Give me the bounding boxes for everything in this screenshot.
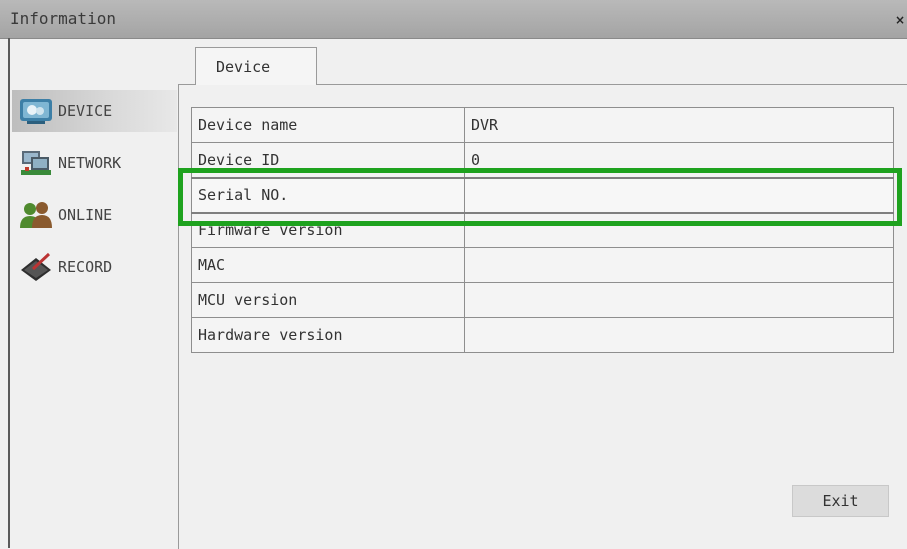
table-row: Firmware version <box>191 212 894 248</box>
row-value: 0 <box>464 142 894 178</box>
sidebar-item-online[interactable]: ONLINE <box>12 194 177 236</box>
record-icon <box>18 252 54 282</box>
table-row: Device ID 0 <box>191 142 894 178</box>
sidebar-item-label: DEVICE <box>58 102 113 120</box>
table-row: MCU version <box>191 282 894 318</box>
table-row: Hardware version <box>191 317 894 353</box>
row-label: MAC <box>191 247 465 283</box>
users-icon <box>18 200 54 230</box>
row-value <box>464 317 894 353</box>
row-label: Device ID <box>191 142 465 178</box>
tab-device[interactable]: Device <box>195 47 317 85</box>
sidebar-item-network[interactable]: NETWORK <box>12 142 177 184</box>
sidebar-item-label: ONLINE <box>58 206 113 224</box>
window-title: Information <box>10 9 116 28</box>
close-button[interactable]: × <box>893 13 907 27</box>
row-value: DVR <box>464 107 894 143</box>
row-value <box>464 247 894 283</box>
row-label: Serial NO. <box>191 176 465 214</box>
row-label: MCU version <box>191 282 465 318</box>
table-row: Device name DVR <box>191 107 894 143</box>
row-label: Firmware version <box>191 212 465 248</box>
row-value <box>464 212 894 248</box>
row-label: Hardware version <box>191 317 465 353</box>
row-value <box>464 282 894 318</box>
device-icon <box>18 96 54 126</box>
sidebar-item-record[interactable]: RECORD <box>12 246 177 288</box>
row-label: Device name <box>191 107 465 143</box>
sidebar-item-label: NETWORK <box>58 154 122 172</box>
window-edge <box>8 38 10 548</box>
sidebar-item-label: RECORD <box>58 258 113 276</box>
table-row: MAC <box>191 247 894 283</box>
device-info-table: Device name DVR Device ID 0 Serial NO. F… <box>191 107 894 353</box>
sidebar-item-device[interactable]: DEVICE <box>12 90 177 132</box>
row-value <box>464 176 894 214</box>
network-icon <box>18 148 54 178</box>
title-bar: Information × <box>0 0 907 39</box>
exit-button[interactable]: Exit <box>792 485 889 517</box>
table-row: Serial NO. <box>191 176 894 214</box>
sidebar: DEVICE NETWORK ONLINE RECORD <box>12 90 177 298</box>
